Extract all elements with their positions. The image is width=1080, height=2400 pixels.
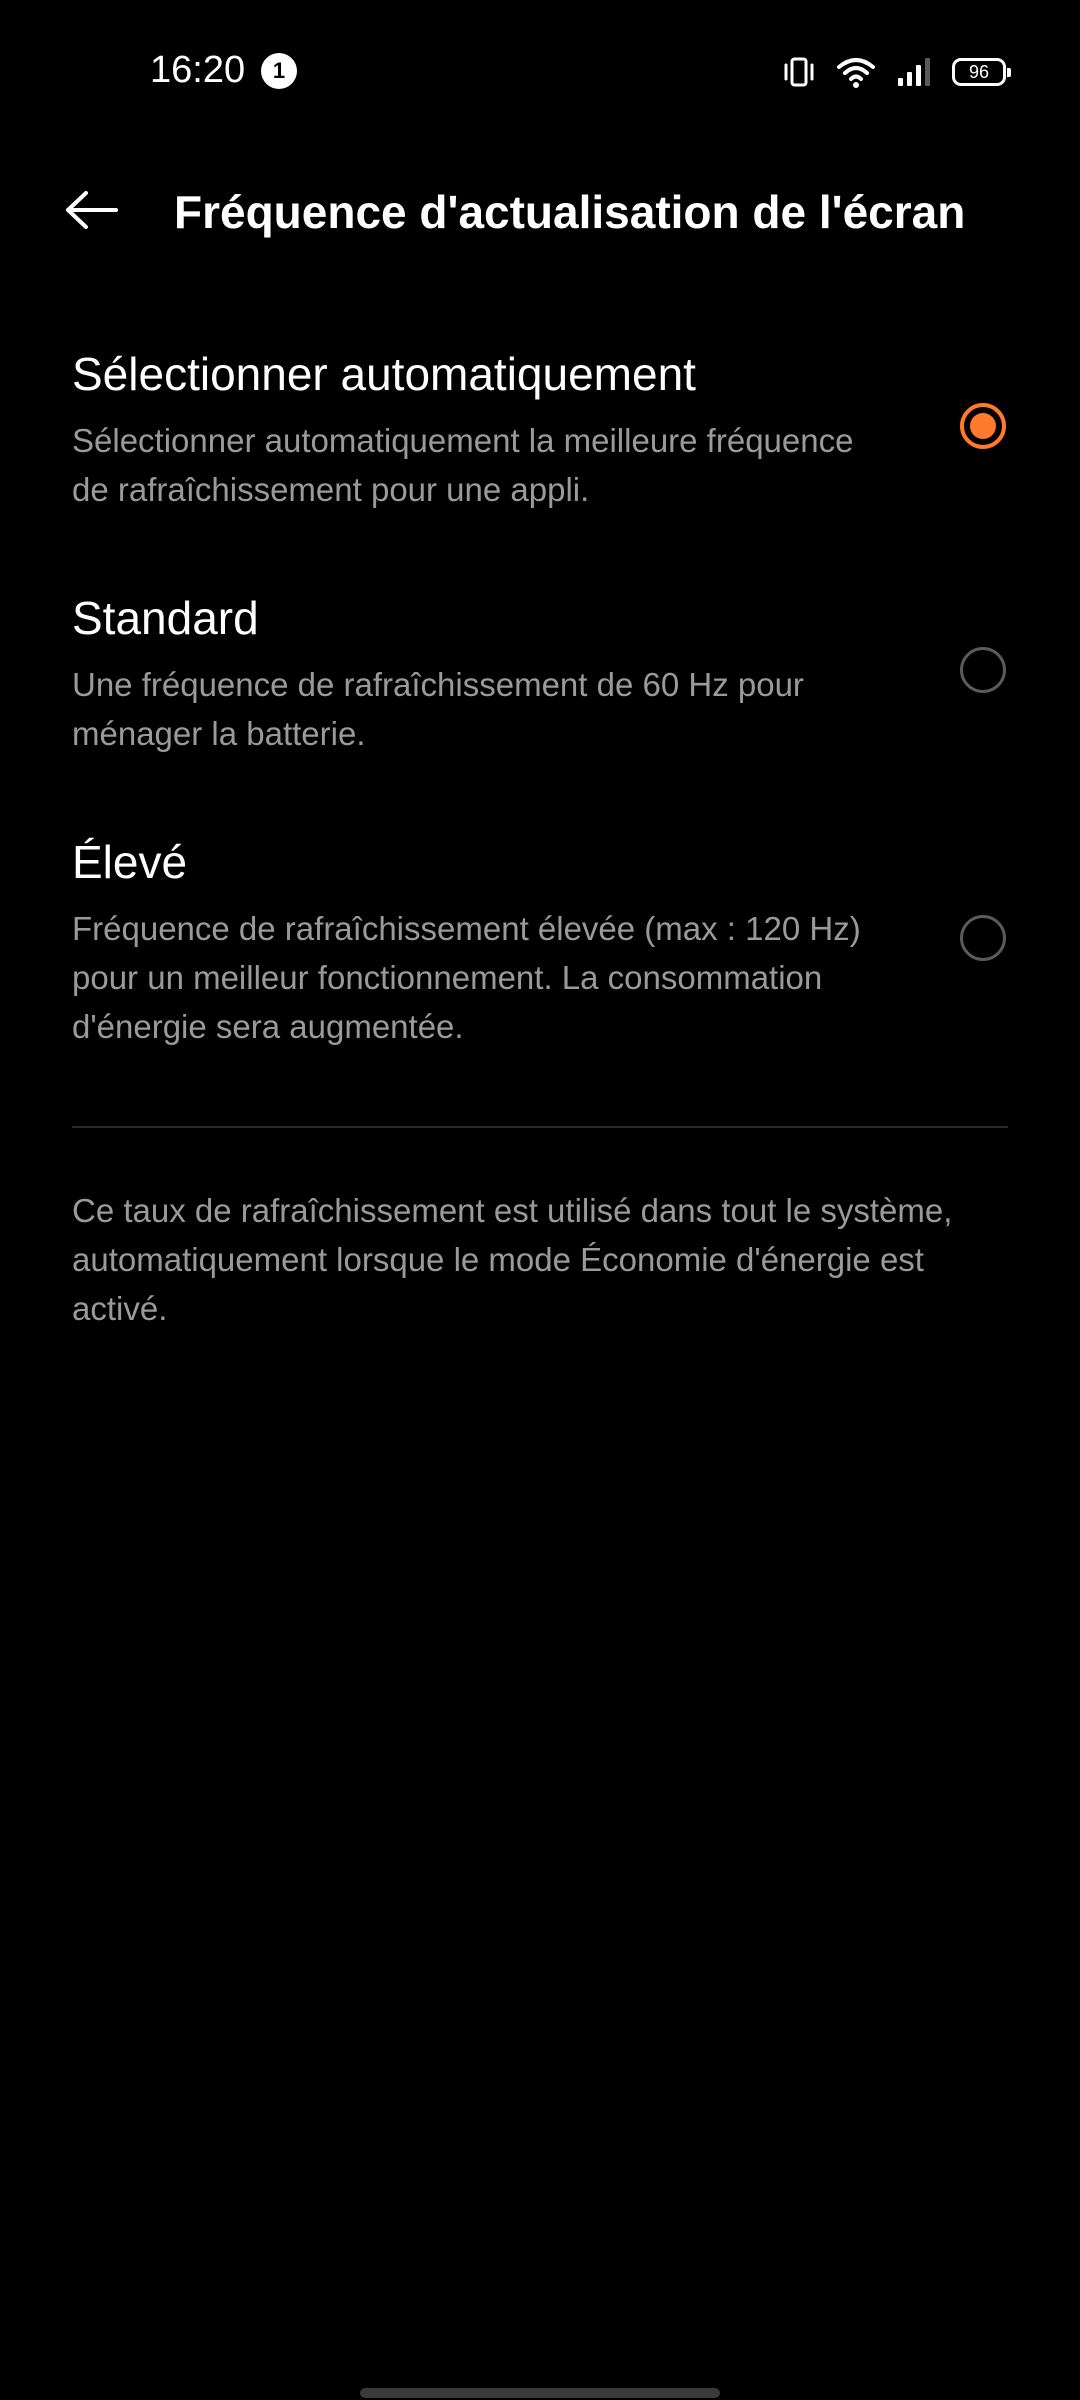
divider	[72, 1126, 1008, 1128]
status-time: 16:20	[150, 49, 246, 91]
home-indicator[interactable]	[360, 2388, 720, 2398]
page-title: Fréquence d'actualisation de l'écran	[174, 186, 966, 238]
option-title: Sélectionner automatiquement	[72, 348, 696, 400]
battery-icon: 96	[952, 58, 1011, 86]
option-description: Sélectionner automatiquement la meilleur…	[72, 422, 854, 508]
radio-standard[interactable]	[960, 647, 1006, 693]
footer-note: Ce taux de rafraîchissement est utilisé …	[72, 1192, 953, 1327]
option-standard[interactable]: Standard Une fréquence de rafraîchisseme…	[0, 574, 1080, 774]
radio-selected-auto[interactable]	[960, 403, 1006, 449]
vibrate-icon	[782, 55, 816, 89]
option-description: Une fréquence de rafraîchissement de 60 …	[72, 666, 804, 752]
battery-level: 96	[968, 61, 990, 82]
status-bar: 16:20 1 96	[0, 0, 1080, 140]
app-bar: Fréquence d'actualisation de l'écran	[0, 160, 1080, 264]
option-title: Élevé	[72, 836, 188, 888]
status-icons: 96	[782, 52, 1012, 92]
arrow-left-icon	[64, 190, 120, 235]
option-description: Fréquence de rafraîchissement élevée (ma…	[72, 910, 861, 1045]
notification-badge: 1	[261, 53, 297, 89]
option-auto[interactable]: Sélectionner automatiquement Sélectionne…	[0, 330, 1080, 530]
option-high[interactable]: Élevé Fréquence de rafraîchissement élev…	[0, 818, 1080, 1068]
wifi-icon	[836, 55, 876, 89]
back-button[interactable]	[52, 178, 132, 246]
radio-high[interactable]	[960, 915, 1006, 961]
option-title: Standard	[72, 592, 259, 644]
signal-icon	[896, 56, 932, 88]
